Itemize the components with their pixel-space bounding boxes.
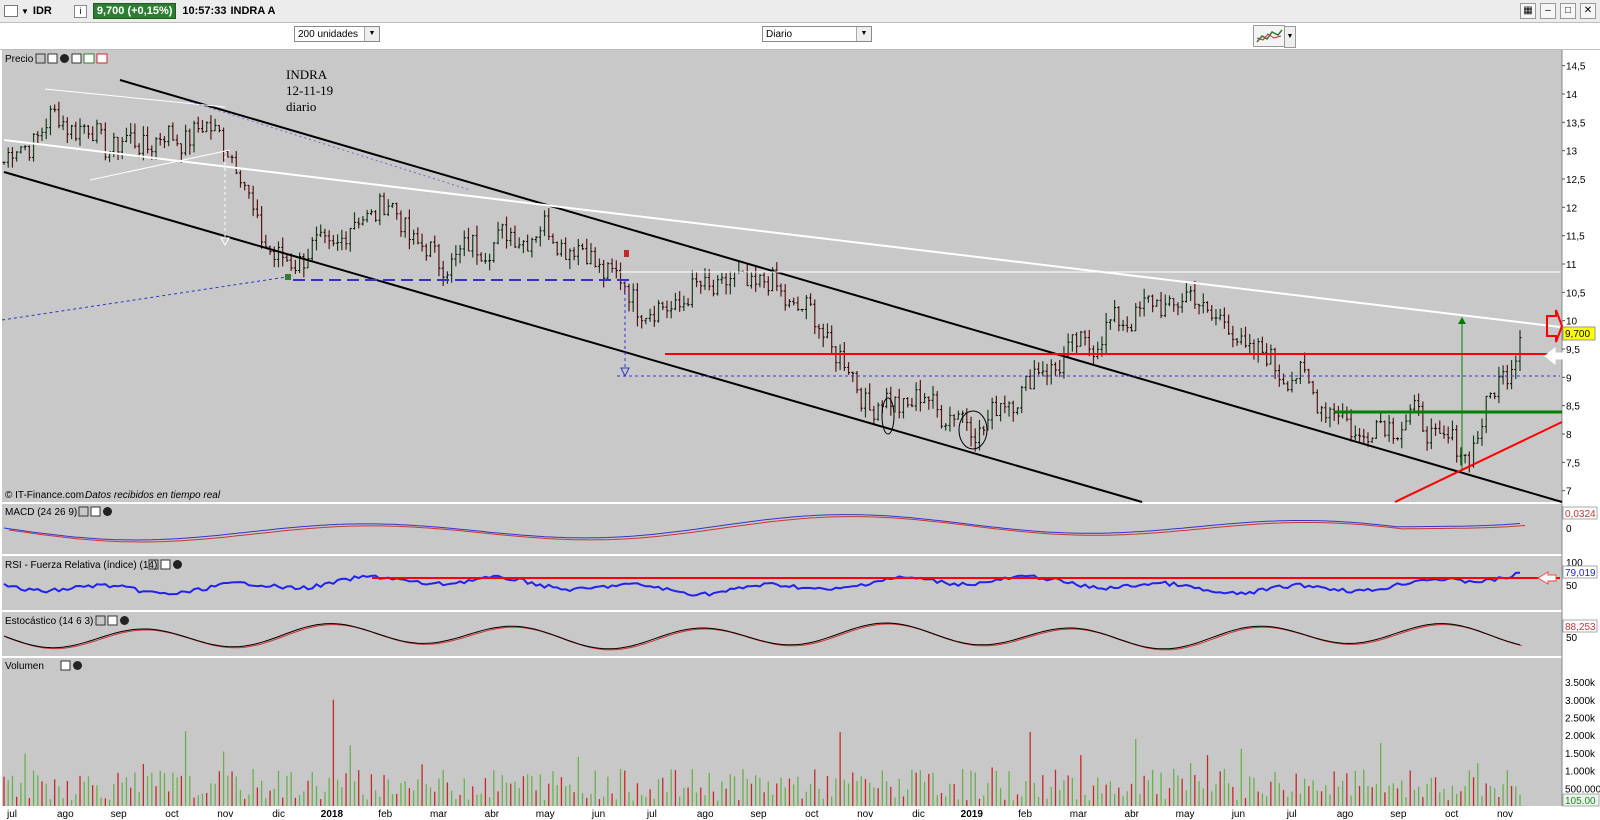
annotation-line-3: diario: [286, 99, 316, 114]
x-axis-label: feb: [1018, 809, 1032, 820]
close-icon[interactable]: [60, 54, 69, 63]
x-axis-label: abr: [485, 809, 500, 820]
x-axis-label: sep: [1390, 809, 1407, 820]
volume-axis-label: 3.500k: [1565, 678, 1596, 689]
x-axis-label: jun: [591, 809, 605, 820]
close-icon[interactable]: [103, 507, 112, 516]
window-icon[interactable]: [160, 559, 171, 570]
x-axis-strip: [2, 806, 1562, 820]
price-axis-label: 14,5: [1566, 62, 1586, 73]
x-axis-label: jul: [1286, 809, 1297, 820]
x-axis-label: sep: [111, 809, 128, 820]
x-axis-label: 2019: [961, 809, 984, 820]
stoch-panel: [2, 612, 1562, 656]
stoch-last-value: 88,253: [1565, 622, 1596, 633]
volume-axis-label: 1.000k: [1565, 767, 1596, 778]
close-icon[interactable]: [73, 661, 82, 670]
price-axis-label: 12,5: [1566, 175, 1586, 186]
price-axis-label: 12: [1566, 203, 1578, 214]
x-axis: jul ago sep oct nov dic 2018 feb mar abr may jun jul…: [6, 809, 1513, 820]
volume-last-value: 105.00: [1565, 796, 1596, 807]
price-axis-label: 14: [1566, 90, 1578, 101]
price-axis-label: 8,5: [1566, 402, 1580, 413]
price-axis-label: 11: [1566, 260, 1577, 271]
detach-icon[interactable]: [96, 53, 108, 64]
x-axis-label: dic: [912, 809, 925, 820]
rsi-label: RSI - Fuerza Relativa (índice) (14): [5, 560, 157, 571]
chart-area: 14,5 14 13,5 13 12,5 12 11,5 11 10,5 10 9,5 9 8,5 8 7,…: [1, 50, 1600, 820]
x-axis-label: jul: [646, 809, 657, 820]
x-axis-label: 2018: [321, 809, 344, 820]
x-axis-label: oct: [1445, 809, 1459, 820]
price-panel-header: Precio: [5, 53, 108, 65]
x-axis-label: abr: [1125, 809, 1140, 820]
rsi-last-value: 79,019: [1565, 568, 1596, 579]
x-axis-label: may: [536, 809, 555, 820]
x-axis-label: dic: [272, 809, 285, 820]
price-axis-label: 10: [1566, 317, 1578, 328]
window-icon[interactable]: [90, 506, 101, 517]
x-axis-label: oct: [805, 809, 819, 820]
window-icon[interactable]: [60, 660, 71, 671]
price-axis-label: 9,5: [1566, 345, 1580, 356]
sell-marker: [624, 250, 629, 257]
window-icon[interactable]: [47, 53, 58, 64]
close-icon[interactable]: [173, 560, 182, 569]
price-axis-label: 8: [1566, 430, 1572, 441]
annotation-line-1: INDRA: [286, 67, 328, 82]
x-axis-label: oct: [165, 809, 179, 820]
volume-axis-label: 2.000k: [1565, 731, 1596, 742]
window-icon[interactable]: [107, 615, 118, 626]
stoch-axis-50: 50: [1566, 633, 1578, 644]
last-price-value: 9,700: [1565, 329, 1590, 340]
x-axis-label: jun: [1231, 809, 1245, 820]
volume-axis-label: 2.500k: [1565, 713, 1596, 724]
volume-label: Volumen: [5, 661, 44, 672]
x-axis-label: jul: [6, 809, 17, 820]
rsi-axis-50: 50: [1566, 581, 1578, 592]
x-axis-label: ago: [697, 809, 714, 820]
price-axis-label: 13: [1566, 147, 1578, 158]
x-axis-label: nov: [217, 809, 233, 820]
credit-note: Datos recibidos en tiempo real: [85, 490, 221, 501]
x-axis-label: may: [1176, 809, 1195, 820]
price-axis-label: 7,5: [1566, 458, 1580, 469]
annotation-line-2: 12-11-19: [286, 83, 333, 98]
price-axis-label: 9: [1566, 373, 1572, 384]
x-axis-label: sep: [750, 809, 767, 820]
x-axis-label: mar: [1070, 809, 1088, 820]
macd-last-value: 0,0324: [1565, 509, 1596, 520]
x-axis-label: feb: [378, 809, 392, 820]
macd-panel: [2, 504, 1562, 554]
add-icon[interactable]: [71, 53, 82, 64]
macd-label: MACD (24 26 9): [5, 507, 77, 518]
close-icon[interactable]: [120, 616, 129, 625]
export-icon[interactable]: [83, 53, 95, 64]
stoch-label: Estocástico (14 6 3): [5, 616, 93, 627]
price-axis-label: 11,5: [1566, 232, 1585, 243]
volume-axis-label: 1.500k: [1565, 749, 1596, 760]
macd-axis-0: 0: [1566, 524, 1572, 535]
price-panel-label: Precio: [5, 54, 34, 65]
credit-text: © IT-Finance.com: [5, 490, 84, 501]
price-axis-label: 10,5: [1566, 288, 1586, 299]
price-axis-label: 13,5: [1566, 118, 1586, 129]
buy-marker: [285, 274, 291, 280]
x-axis-label: ago: [57, 809, 74, 820]
price-axis-label: 7: [1566, 487, 1572, 498]
volume-axis-label: 3.000k: [1565, 696, 1596, 707]
x-axis-label: ago: [1337, 809, 1354, 820]
x-axis-label: nov: [1497, 809, 1513, 820]
x-axis-label: mar: [430, 809, 448, 820]
x-axis-label: nov: [857, 809, 873, 820]
